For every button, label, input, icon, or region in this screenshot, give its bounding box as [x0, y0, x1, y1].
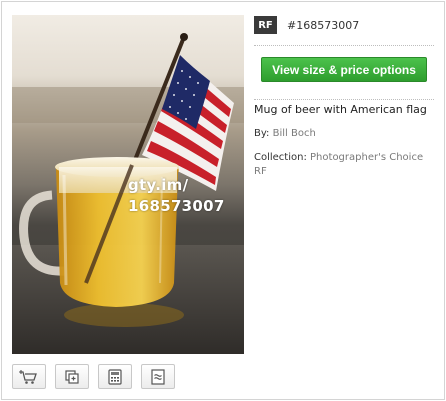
image-id: #168573007 [287, 18, 360, 32]
details-panel: RF #168573007 View size & price options … [254, 15, 434, 177]
byline: By: Bill Boch [254, 127, 316, 141]
collection-label: Collection: [254, 152, 307, 163]
image-result-card: gty.im/ 168573007 RF #168573007 View siz… [1, 1, 445, 400]
compare-button[interactable] [141, 364, 175, 389]
price-calculator-button[interactable] [98, 364, 132, 389]
stock-photo[interactable]: gty.im/ 168573007 [12, 15, 244, 354]
watermark: gty.im/ 168573007 [128, 175, 225, 217]
add-to-cart-button[interactable] [12, 364, 46, 389]
compare-icon [151, 368, 165, 385]
view-size-price-button[interactable]: View size & price options [261, 57, 427, 82]
add-to-lightbox-button[interactable] [55, 364, 89, 389]
photographer-link[interactable]: Bill Boch [273, 128, 316, 139]
divider [254, 45, 434, 46]
add-to-lightbox-icon [65, 369, 79, 384]
license-row: RF #168573007 [254, 15, 434, 35]
rf-badge: RF [254, 16, 277, 34]
add-to-cart-icon [19, 369, 37, 384]
byline-label: By: [254, 128, 270, 139]
divider [254, 99, 434, 100]
price-calculator-icon [108, 368, 122, 385]
watermark-line1: gty.im/ [128, 176, 189, 194]
action-toolbar [12, 364, 175, 389]
watermark-line2: 168573007 [128, 197, 225, 215]
collection-info: Collection: Photographer's Choice RF [254, 151, 434, 179]
image-caption: Mug of beer with American flag [254, 103, 427, 116]
